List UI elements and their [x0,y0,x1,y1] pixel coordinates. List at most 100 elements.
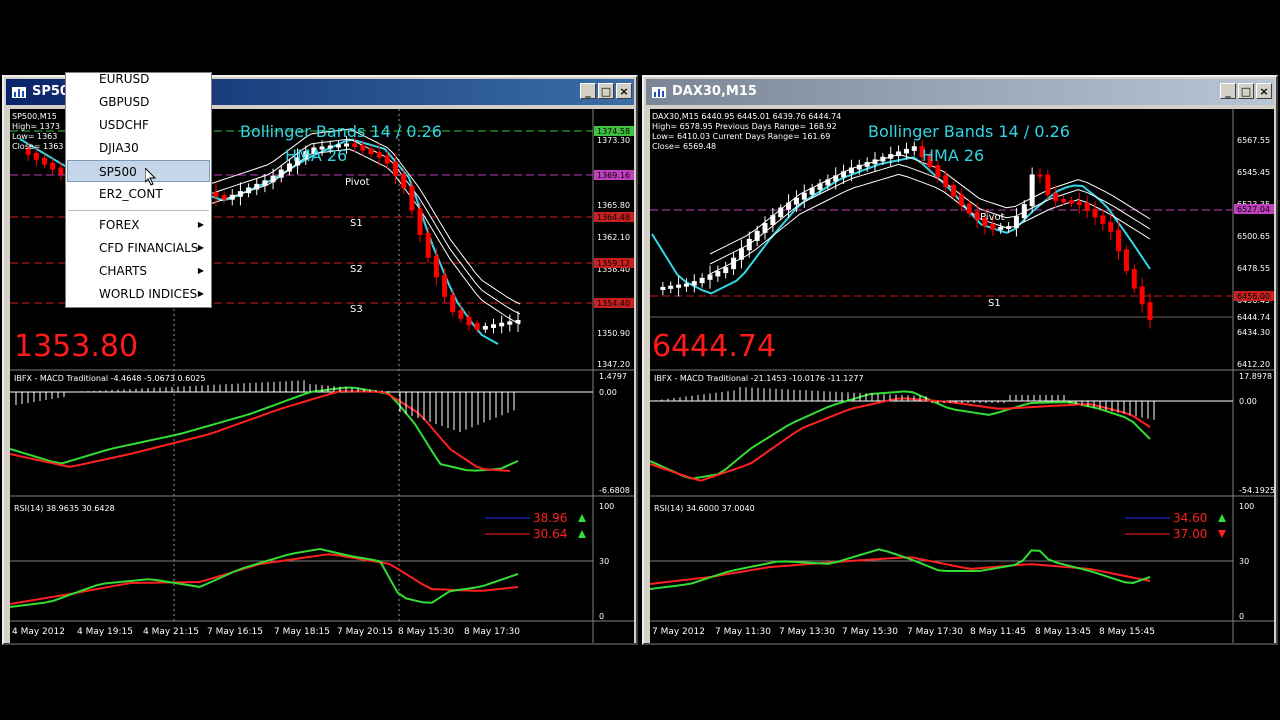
candle-body [1100,215,1106,225]
candle-body [691,281,697,286]
candle-body [833,175,839,182]
candle-body [474,323,480,330]
ohlc-info-line: Low= 6410.03 Current Days Range= 161.69 [652,132,830,141]
candle-body [1021,204,1027,219]
menu-item-charts[interactable]: CHARTS ▶ [67,260,210,282]
candle-body [683,283,689,287]
candle-body [393,161,399,176]
candle-body [425,233,431,258]
close-button[interactable]: × [616,83,632,99]
price-axis-tick: 1373.30 [597,136,630,145]
candle-body [958,194,964,206]
candle-body [213,192,219,197]
rsi-label: RSI(14) 38.9635 30.6428 [14,504,115,513]
candle-body [660,286,666,290]
menu-item-djia30[interactable]: DJIA30 [67,137,210,159]
candle-body [458,310,464,319]
menu-separator [68,210,209,211]
candle-body [1037,174,1043,177]
candle-body [738,248,744,260]
candle-body [1053,193,1059,201]
ohlc-info-line: Low= 1363 [12,132,57,141]
candle-body [793,197,799,205]
time-axis-tick: 7 May 20:15 [337,627,393,637]
candle-body [1116,229,1122,252]
candle-body [237,191,243,197]
rsi-axis-tick: 30 [1239,557,1249,566]
menu-item-sp500[interactable]: SP500 [67,160,210,182]
candle-body [888,154,894,159]
price-axis-tick: 6545.45 [1237,168,1270,177]
candle-body [1013,216,1019,229]
candle-body [270,175,276,183]
candle-body [1092,208,1098,218]
s1-price-tag: 6456.00 [1237,292,1270,301]
menu-item-forex[interactable]: FOREX ▶ [67,214,210,236]
candle-body [896,151,902,157]
price-axis-tick: 1347.20 [597,360,630,369]
rsi-axis-tick: 100 [599,502,614,511]
candle-body [699,277,705,284]
price-axis-tick: 1365.80 [597,201,630,210]
candle-body [352,143,358,148]
candle-body [778,207,784,218]
menu-item-er2-cont[interactable]: ER2_CONT [67,183,210,205]
pivot-label: Pivot [345,177,370,188]
time-axis-tick: 4 May 2012 [12,627,65,637]
rsi-axis-tick: 0 [599,612,604,621]
time-axis-tick: 7 May 16:15 [207,627,263,637]
candle-body [1084,202,1090,211]
macd-axis-tick: 0.00 [1239,397,1257,406]
dax30-chart-area[interactable]: DAX30,M15 6440.95 6445.01 6439.76 6444.7… [650,109,1274,643]
candle-body [433,255,439,278]
dax30-chart-canvas[interactable]: DAX30,M15 6440.95 6445.01 6439.76 6444.7… [650,109,1274,643]
time-axis-tick: 8 May 13:45 [1035,627,1091,637]
pivot-label: Pivot [980,212,1005,223]
candle-body [41,157,47,165]
candle-body [1108,222,1114,232]
candle-body [801,192,807,200]
menu-item-eurusd[interactable]: EURUSD [67,68,210,90]
time-axis-tick: 8 May 17:30 [464,627,520,637]
rsi-signal-value: 37.00 [1173,527,1207,541]
candle-body [715,271,721,277]
rsi-axis-tick: 100 [1239,502,1254,511]
symbol-dropdown-menu[interactable]: EURUSD GBPUSD USDCHF DJIA30 SP500 ER2_CO… [65,72,212,308]
candle-body [707,274,713,280]
candle-body [872,159,878,165]
time-axis-tick: 7 May 11:30 [715,627,771,637]
candle-body [1147,302,1153,320]
maximize-button[interactable]: □ [1238,83,1254,99]
submenu-arrow-icon: ▶ [197,243,204,252]
menu-item-gbpusd[interactable]: GBPUSD [67,91,210,113]
candle-body [762,223,768,233]
menu-item-cfd-financials[interactable]: CFD FINANCIALS ▶ [67,237,210,259]
s1-label: S1 [350,218,363,229]
candle-body [786,202,792,210]
candle-body [943,175,949,187]
dax30-chart-window[interactable]: DAX30,M15 _ □ × DAX30,M15 6440.95 6445.01 … [642,75,1278,645]
candle-body [1061,198,1067,203]
minimize-button[interactable]: _ [1220,83,1236,99]
candle-body [409,186,415,211]
close-button[interactable]: × [1256,83,1272,99]
candle-body [754,230,760,241]
candle-body [903,148,909,154]
maximize-button[interactable]: □ [598,83,614,99]
price-axis-tick: 6444.74 [1237,313,1270,322]
candle-body [911,146,917,151]
minimize-button[interactable]: _ [580,83,596,99]
ohlc-info-line: High= 1373 [12,122,60,131]
pivot-price-tag: 6527.04 [1237,205,1270,214]
dax30-title-bar[interactable]: DAX30,M15 _ □ × [646,79,1274,105]
candle-body [1029,174,1035,207]
candle-body [1131,269,1137,289]
price-axis-tick: 6567.55 [1237,136,1270,145]
candle-body [746,238,752,251]
time-axis-tick: 7 May 17:30 [907,627,963,637]
macd-axis-tick: 0.00 [599,388,617,397]
candle-body [368,148,374,155]
menu-item-world-indices[interactable]: WORLD INDICES ▶ [67,283,210,305]
menu-item-usdchf[interactable]: USDCHF [67,114,210,136]
time-axis-tick: 7 May 13:30 [779,627,835,637]
